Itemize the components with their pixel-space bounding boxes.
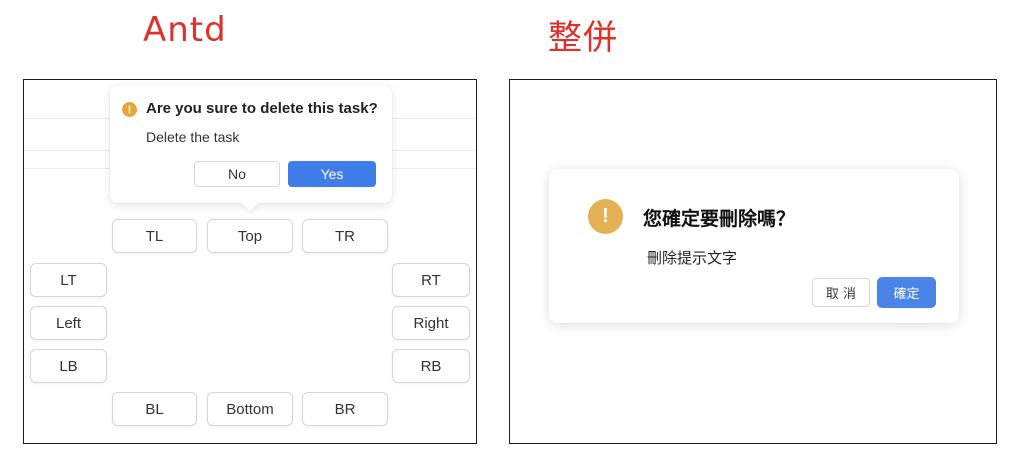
- popconfirm: ! Are you sure to delete this task? Dele…: [110, 85, 392, 212]
- confirm-button[interactable]: 確定: [877, 277, 936, 308]
- yes-button[interactable]: Yes: [288, 161, 376, 187]
- placement-button-br[interactable]: BR: [302, 392, 388, 426]
- placement-button-rt[interactable]: RT: [392, 263, 470, 297]
- exclamation-circle-icon: !: [122, 102, 137, 117]
- antd-heading: Antd: [143, 10, 227, 50]
- placement-button-left[interactable]: Left: [30, 306, 107, 340]
- placement-button-right[interactable]: Right: [392, 306, 470, 340]
- placement-button-top[interactable]: Top: [207, 219, 293, 253]
- placement-button-bl[interactable]: BL: [112, 392, 197, 426]
- antd-demo-panel: TL Top TR LT Left LB RT Right RB BL Bott…: [23, 79, 477, 444]
- no-button[interactable]: No: [194, 161, 280, 187]
- exclamation-circle-icon: !: [588, 199, 623, 234]
- popconfirm-title: Are you sure to delete this task?: [146, 100, 378, 117]
- cancel-button[interactable]: 取 消: [812, 278, 870, 307]
- confirm-dialog: ! 您確定要刪除嗎？ 刪除提示文字 取 消 確定: [549, 169, 959, 323]
- dialog-description: 刪除提示文字: [647, 249, 738, 267]
- dialog-title: 您確定要刪除嗎？: [643, 208, 796, 230]
- placement-button-lb[interactable]: LB: [30, 349, 107, 383]
- popover-arrow: [241, 194, 259, 212]
- placement-button-rb[interactable]: RB: [392, 349, 470, 383]
- merged-demo-panel: ! 您確定要刪除嗎？ 刪除提示文字 取 消 確定: [509, 79, 997, 444]
- merged-heading: 整併: [548, 18, 618, 58]
- placement-button-lt[interactable]: LT: [30, 263, 107, 297]
- placement-button-bottom[interactable]: Bottom: [207, 392, 293, 426]
- placement-button-tl[interactable]: TL: [112, 219, 197, 253]
- popconfirm-description: Delete the task: [146, 129, 240, 145]
- placement-button-tr[interactable]: TR: [302, 219, 388, 253]
